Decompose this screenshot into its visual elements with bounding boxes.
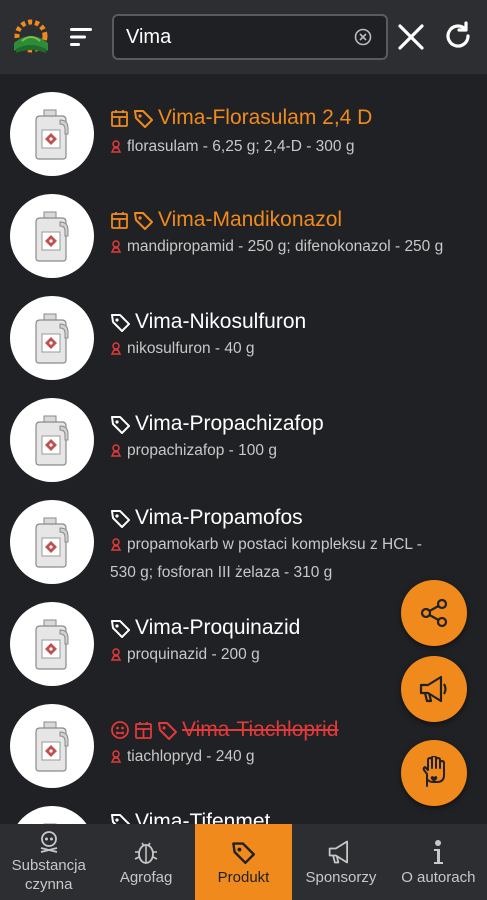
calendar-icon <box>110 210 129 230</box>
tab-produkt[interactable]: Produkt <box>194 824 293 900</box>
share-button[interactable] <box>401 580 467 646</box>
tag-icon <box>133 108 154 129</box>
product-name: Vima-Proquinazid <box>135 616 301 639</box>
product-substance: mandipropamid - 250 g; difenokonazol - 2… <box>127 238 444 255</box>
tag-icon <box>133 210 154 231</box>
tab-sponsorzy[interactable]: Sponsorzy <box>292 824 389 900</box>
support-button[interactable] <box>401 740 467 806</box>
tab-label: czynna <box>24 876 73 893</box>
product-substance: florasulam - 6,25 g; 2,4-D - 300 g <box>127 138 355 155</box>
list-item[interactable]: Vima-Tifenmet <box>0 804 487 824</box>
clear-search-icon[interactable] <box>354 28 372 46</box>
megaphone-icon <box>328 840 348 863</box>
share-icon <box>420 598 448 628</box>
calendar-icon <box>134 720 153 740</box>
menu-icon[interactable] <box>68 26 94 48</box>
product-name: Vima-Propachizafop <box>135 412 324 435</box>
megaphone-icon <box>419 675 447 703</box>
sponsor-button[interactable] <box>401 656 467 722</box>
product-substance: propachizafop - 100 g <box>127 442 277 459</box>
substance-icon <box>110 746 122 772</box>
tag-icon <box>110 618 131 639</box>
tab-agrofag[interactable]: Agrofag <box>97 824 194 900</box>
tag-icon <box>231 841 255 864</box>
product-image <box>10 398 94 482</box>
product-image <box>10 602 94 686</box>
app-logo[interactable] <box>8 13 54 59</box>
tab-substancja-czynna[interactable]: Substancja czynna <box>0 824 97 900</box>
product-name: Vima-Nikosulfuron <box>135 310 307 333</box>
top-bar <box>0 0 487 74</box>
product-substance: tiachlopryd - 240 g <box>127 748 255 765</box>
substance-icon <box>110 136 122 162</box>
list-item[interactable]: Vima-Florasulam 2,4 D florasulam - 6,25 … <box>0 88 487 178</box>
substance-icon <box>110 236 122 262</box>
list-item[interactable]: Vima-Propamofos propamokarb w postaci ko… <box>0 498 487 598</box>
close-icon[interactable] <box>396 22 426 52</box>
tab-label: Sponsorzy <box>305 868 377 886</box>
tag-icon <box>157 720 178 741</box>
product-image <box>10 296 94 380</box>
tab-label: Substancja <box>11 857 86 874</box>
substance-icon <box>110 644 122 670</box>
skull-icon <box>40 831 57 853</box>
tag-icon <box>110 414 131 435</box>
list-item[interactable]: Vima-Propachizafop propachizafop - 100 g <box>0 396 487 486</box>
substance-icon <box>110 440 122 466</box>
list-item[interactable]: Vima-Nikosulfuron nikosulfuron - 40 g <box>0 294 487 384</box>
tab-label: Agrofag <box>119 868 173 886</box>
product-image <box>10 704 94 788</box>
calendar-icon <box>110 108 129 128</box>
search-box <box>112 14 388 60</box>
product-image <box>10 500 94 584</box>
substance-icon <box>110 338 122 364</box>
substance-icon <box>110 534 122 560</box>
product-image <box>10 194 94 278</box>
bug-icon <box>134 842 158 864</box>
hand-heart-icon <box>422 756 445 787</box>
tab-label: Produkt <box>217 868 270 886</box>
product-name: Vima-Propamofos <box>135 506 303 529</box>
product-name: Vima-Mandikonazol <box>158 208 343 231</box>
product-substance-line1: propamokarb w postaci kompleksu z HCL - <box>127 536 422 553</box>
info-icon <box>434 839 444 864</box>
product-image <box>10 806 94 824</box>
list-item[interactable]: Vima-Mandikonazol mandipropamid - 250 g;… <box>0 192 487 282</box>
product-image <box>10 92 94 176</box>
product-substance: proquinazid - 200 g <box>127 646 260 663</box>
tag-icon <box>110 508 131 529</box>
product-name: Vima-Tiachloprid <box>182 718 339 741</box>
tag-icon <box>110 312 131 333</box>
search-input[interactable] <box>126 16 346 58</box>
tag-icon <box>110 812 131 824</box>
product-substance-line2: 530 g; fosforan III żelaza - 310 g <box>110 564 333 581</box>
product-name: Vima-Florasulam 2,4 D <box>158 106 373 129</box>
tab-o-autorach[interactable]: O autorach <box>390 824 487 900</box>
refresh-icon[interactable] <box>442 20 474 52</box>
product-name: Vima-Tifenmet <box>135 810 271 824</box>
product-substance: nikosulfuron - 40 g <box>127 340 255 357</box>
withdrawn-icon <box>110 720 130 740</box>
bottom-navigation: Substancja czynna Agrofag Produkt Sponso… <box>0 824 487 900</box>
tab-label: O autorach <box>401 868 476 886</box>
